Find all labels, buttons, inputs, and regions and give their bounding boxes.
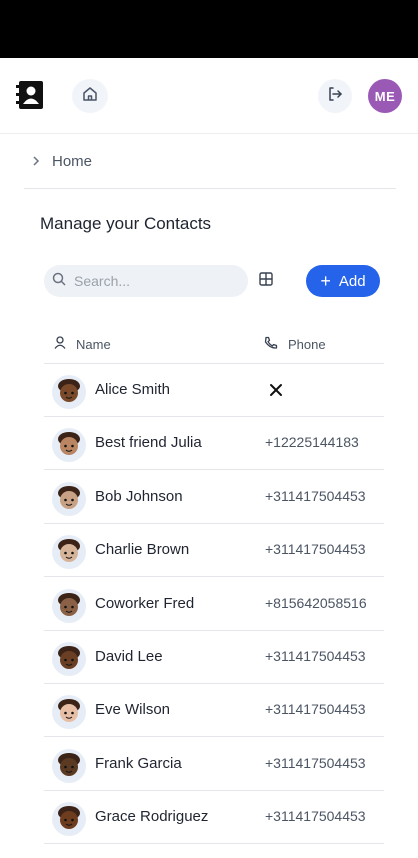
contact-name: Bob Johnson [95,487,183,505]
app-header: ME [0,58,418,134]
logout-icon [327,86,343,107]
contact-row[interactable]: Alice Smith [44,364,384,417]
column-header-phone-label: Phone [288,337,326,352]
contact-name: Charlie Brown [95,541,190,559]
plus-icon: + [320,271,331,291]
add-contact-button[interactable]: + Add [306,265,380,297]
contact-row[interactable]: Grace Rodriguez +311417504453 [44,791,384,845]
user-icon [54,336,66,352]
contact-name: Alice Smith [95,381,171,398]
contact-avatar [52,748,86,783]
add-button-label: Add [338,272,366,290]
contact-row[interactable]: Best friend Julia +12225144183 [44,417,384,471]
contact-name: Best friend Julia [95,434,202,452]
logout-button[interactable] [318,79,352,113]
contact-avatar [52,642,86,676]
contact-phone[interactable]: +311417504453 [265,755,366,771]
contact-phone[interactable]: +311417504453 [265,488,366,504]
phone-icon [264,336,278,353]
contact-phone[interactable]: +311417504453 [265,541,366,557]
breadcrumb-item-home[interactable]: Home [52,153,92,170]
contact-phone[interactable]: +12225144183 [265,434,359,450]
contact-row[interactable]: Coworker Fred +815642058516 [44,578,384,631]
contact-avatar [52,802,86,837]
table-header: Name Phone [44,330,384,364]
contact-avatar [52,588,86,623]
close-icon[interactable] [268,382,284,398]
column-header-phone[interactable]: Phone [264,336,326,353]
contact-avatar [52,481,86,516]
home-icon [82,86,98,107]
contact-phone[interactable]: +815642058516 [265,595,367,611]
contact-row[interactable]: David Lee +311417504453 [44,631,384,684]
contact-phone[interactable]: +311417504453 [265,808,366,824]
contact-name: David Lee [95,648,163,665]
grid-view-button[interactable] [248,263,284,299]
contact-row[interactable]: Frank Garcia +311417504453 [44,738,384,791]
contact-name: Eve Wilson [95,701,171,719]
search-icon [52,272,66,291]
grid-icon [259,271,273,291]
home-button[interactable] [72,79,108,113]
contact-row[interactable]: Eve Wilson +311417504453 [44,684,384,738]
column-header-name-label: Name [76,336,111,352]
contact-row[interactable]: Bob Johnson +311417504453 [44,471,384,524]
contact-avatar [52,695,86,730]
contact-avatar [52,535,86,570]
address-book-icon[interactable] [16,80,44,110]
search-placeholder: Search... [74,273,131,289]
search-input[interactable]: Search... [44,265,248,297]
contact-phone[interactable]: +311417504453 [265,701,366,717]
chevron-right-icon [32,153,40,169]
contact-avatar [52,428,86,463]
contact-name: Frank Garcia [95,754,182,772]
contact-row[interactable]: Charlie Brown +311417504453 [44,524,384,578]
status-bar [0,0,418,58]
contact-name: Coworker Fred [95,594,195,612]
column-header-name[interactable]: Name [54,336,111,352]
contact-phone[interactable]: +311417504453 [265,648,366,664]
page-title: Manage your Contacts [40,214,212,233]
user-avatar[interactable]: ME [368,79,402,113]
contact-name: Grace Rodriguez [95,808,209,826]
breadcrumb: Home [24,134,396,189]
contact-avatar [52,375,86,409]
